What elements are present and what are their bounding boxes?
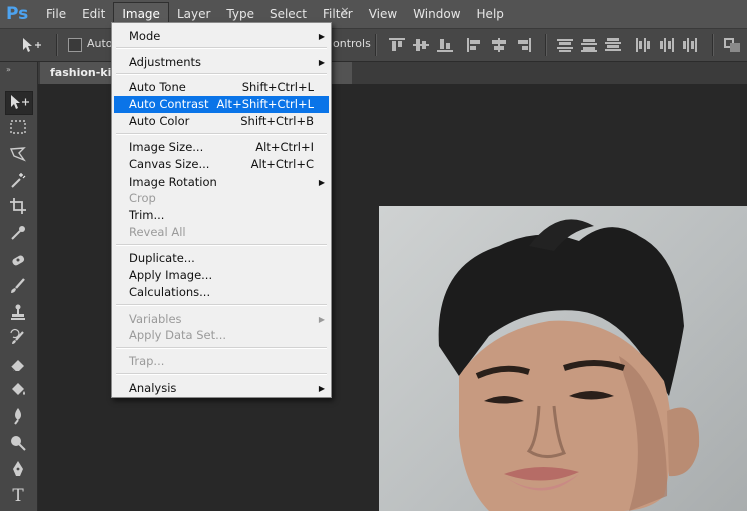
photoshop-logo: Ps	[6, 4, 29, 24]
distribute-right-edges-icon[interactable]	[683, 38, 699, 52]
move-tool-icon[interactable]	[5, 91, 33, 115]
paint-bucket-tool-icon[interactable]	[5, 380, 31, 402]
menu-separator	[116, 47, 327, 49]
menu-separator	[116, 304, 327, 306]
close-tab-icon[interactable]: ×	[339, 5, 351, 17]
align-right-edges-icon[interactable]	[515, 38, 531, 52]
menu-item-duplicate[interactable]: Duplicate...	[114, 250, 329, 267]
auto-align-layers-icon[interactable]	[724, 38, 740, 52]
lasso-tool-icon[interactable]	[5, 144, 31, 166]
menu-item-trap: Trap...	[129, 354, 165, 368]
menu-view[interactable]: View	[361, 2, 405, 26]
blur-tool-icon[interactable]	[5, 406, 31, 428]
submenu-arrow-icon: ▶	[318, 58, 325, 67]
portrait-photo	[379, 206, 747, 511]
menu-item-reveal-all: Reveal All	[129, 225, 186, 239]
panel-collapse-icon[interactable]: »	[6, 65, 12, 74]
menu-separator	[116, 133, 327, 135]
distribute-bottom-edges-icon[interactable]	[605, 38, 621, 52]
magic-wand-tool-icon[interactable]	[5, 170, 31, 192]
menu-edit[interactable]: Edit	[74, 2, 113, 26]
tools-panel: » T	[0, 62, 38, 511]
distribute-vertical-centers-icon[interactable]	[581, 38, 597, 52]
menu-item-variables: Variables ▶	[129, 312, 325, 326]
align-horizontal-centers-icon[interactable]	[491, 38, 507, 52]
distribute-top-edges-icon[interactable]	[557, 38, 573, 52]
menu-item-analysis[interactable]: Analysis ▶	[114, 380, 329, 397]
distribute-left-edges-icon[interactable]	[635, 38, 651, 52]
menu-item-trim[interactable]: Trim...	[114, 207, 329, 224]
align-vertical-centers-icon[interactable]	[413, 38, 429, 52]
menu-file[interactable]: File	[38, 2, 74, 26]
align-bottom-edges-icon[interactable]	[437, 38, 453, 52]
menu-separator	[116, 73, 327, 75]
image-menu-dropdown: Mode ▶ Adjustments ▶ Auto Tone Shift+Ctrl+L…	[111, 22, 332, 398]
menu-item-image-size[interactable]: Image Size... Alt+Ctrl+I	[114, 139, 329, 156]
marquee-tool-icon[interactable]	[5, 117, 31, 139]
align-top-edges-icon[interactable]	[389, 38, 405, 52]
menu-item-auto-contrast[interactable]: Auto Contrast Alt+Shift+Ctrl+L	[114, 96, 329, 113]
options-divider	[712, 34, 714, 56]
menu-item-canvas-size[interactable]: Canvas Size... Alt+Ctrl+C	[114, 156, 329, 173]
submenu-arrow-icon: ▶	[318, 315, 325, 324]
menu-item-image-rotation[interactable]: Image Rotation ▶	[114, 174, 329, 191]
menu-window[interactable]: Window	[405, 2, 468, 26]
pen-tool-icon[interactable]	[5, 459, 31, 481]
options-divider	[545, 34, 547, 56]
options-divider	[375, 34, 377, 56]
eraser-tool-icon[interactable]	[5, 354, 31, 376]
menu-item-crop: Crop	[129, 191, 156, 205]
auto-select-checkbox[interactable]	[68, 38, 82, 52]
distribute-horizontal-centers-icon[interactable]	[659, 38, 675, 52]
menu-separator	[116, 244, 327, 246]
menu-item-calculations[interactable]: Calculations...	[114, 284, 329, 301]
show-transform-controls-label: ontrols	[333, 37, 371, 50]
align-left-edges-icon[interactable]	[467, 38, 483, 52]
options-divider	[56, 34, 58, 56]
eyedropper-tool-icon[interactable]	[5, 223, 31, 245]
healing-brush-tool-icon[interactable]	[5, 250, 31, 272]
clone-stamp-tool-icon[interactable]	[5, 302, 31, 324]
menu-item-auto-tone[interactable]: Auto Tone Shift+Ctrl+L	[114, 79, 329, 96]
type-tool-icon[interactable]: T	[5, 485, 31, 507]
menu-separator	[116, 347, 327, 349]
crop-tool-icon[interactable]	[5, 196, 31, 218]
submenu-arrow-icon: ▶	[318, 178, 325, 187]
dodge-tool-icon[interactable]	[5, 432, 31, 454]
menu-separator	[116, 373, 327, 375]
menu-item-apply-data-set: Apply Data Set...	[129, 328, 227, 342]
menu-item-auto-color[interactable]: Auto Color Shift+Ctrl+B	[114, 113, 329, 130]
menu-item-mode[interactable]: Mode ▶	[114, 28, 329, 45]
move-tool-preset-icon[interactable]	[20, 36, 44, 54]
submenu-arrow-icon: ▶	[318, 384, 325, 393]
brush-tool-icon[interactable]	[5, 276, 31, 298]
menu-item-adjustments[interactable]: Adjustments ▶	[114, 54, 329, 71]
menu-item-apply-image[interactable]: Apply Image...	[114, 267, 329, 284]
menu-help[interactable]: Help	[469, 2, 512, 26]
submenu-arrow-icon: ▶	[318, 32, 325, 41]
history-brush-tool-icon[interactable]	[5, 328, 31, 350]
